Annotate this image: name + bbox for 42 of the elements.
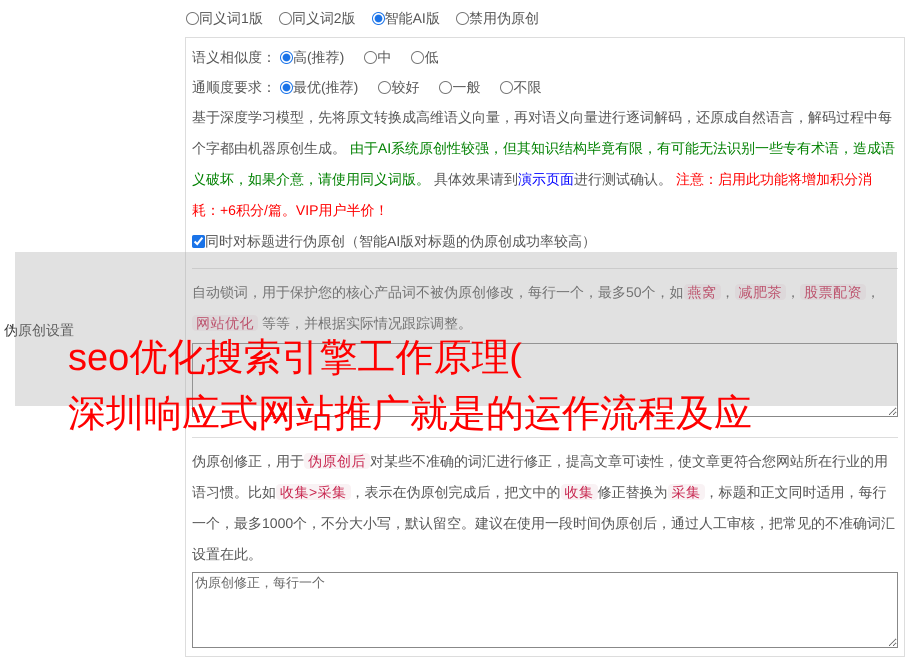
section-label: 伪原创设置 (3, 320, 74, 340)
radio-option[interactable]: 不限 (500, 76, 542, 98)
keyword-tag: 网站优化 (192, 315, 258, 331)
radio-button[interactable] (439, 80, 452, 94)
keyword-tag: 燕窝 (684, 284, 721, 300)
overlay-title: seo优化搜索引擎工作原理( (68, 336, 523, 381)
keyword-tag: 股票配资 (800, 284, 866, 300)
keyword-tag: 采集 (668, 484, 705, 500)
radio-option[interactable]: 一般 (439, 76, 480, 98)
option-label: 通顺度要求： (192, 78, 276, 96)
radio-button[interactable] (280, 50, 293, 64)
radio-option[interactable]: 较好 (378, 76, 420, 98)
radio-button[interactable] (372, 12, 385, 25)
radio-button[interactable] (186, 12, 199, 25)
demo-page-link[interactable]: 演示页面 (518, 171, 574, 187)
radio-button[interactable] (500, 80, 514, 94)
keyword-tag: 收集>采集 (276, 484, 351, 500)
ai-description: 基于深度学习模型，先将原文转换成高维语义向量，再对语义向量进行逐词解码，还原成自然语言，解码过程中每个字都由机器原创生成。 由于AI系统原创性较强，但其知识结构毕竟有限，有可能无法识别一些专有术语，造成语义破坏，如果介意，请使用同义词版。 具体效果请到演示页面进行测试确认。 注意：启用此功能将增加积分消耗：+6积分/篇。VIP用户半价！ (192, 108, 896, 220)
lock-words-description: 自动锁词，用于保护您的核心产品词不被伪原创修改，每行一个，最多50个，如 燕窝 ， 减肥茶 ， 股票配资 ， 网站优化 等等，并根据实际情况跟踪调整。 (192, 283, 882, 333)
radio-button[interactable] (411, 50, 424, 64)
radio-option[interactable]: 同义词1版 (186, 8, 263, 29)
keyword-tag: 减肥茶 (734, 284, 786, 300)
title-option[interactable]: 同时对标题进行伪原创（智能AI版对标题的伪原创成功率较高） (192, 226, 898, 256)
radio-option[interactable]: 高(推荐) (280, 46, 344, 68)
radio-option[interactable]: 低 (411, 46, 438, 68)
option-label: 语义相似度： (192, 48, 276, 66)
correction-description: 伪原创修正，用于 伪原创后 对某些不准确的词汇进行修正，提高文章可读性，使文章更符合您网站所在行业的用语习惯。比如 收集>采集 ，表示在伪原创完成后，把文中的 收集 修正替换为 采集 ，标题和正文同时适用，每行一个，最多1000个，不分大小写，默认留空。建议在使用一段时间伪原创后，通过人工审核，把常见的不准确词汇设置在此。 (192, 452, 896, 564)
overlay-title: 深圳响应式网站推广就是的运作流程及应 (68, 392, 752, 437)
radio-button[interactable] (364, 50, 378, 64)
radio-option[interactable]: 最优(推荐) (280, 76, 358, 98)
radio-option[interactable]: 智能AI版 (372, 8, 440, 29)
checkbox[interactable] (192, 234, 205, 248)
keyword-tag: 收集 (560, 484, 598, 500)
radio-button[interactable] (278, 12, 292, 25)
radio-button[interactable] (280, 80, 293, 94)
radio-option[interactable]: 禁用伪原创 (456, 8, 539, 29)
radio-option[interactable]: 中 (364, 46, 392, 68)
keyword-tag: 伪原创后 (304, 453, 370, 469)
radio-button[interactable] (456, 12, 469, 25)
radio-button[interactable] (378, 80, 392, 94)
radio-option[interactable]: 同义词2版 (278, 8, 356, 29)
correction-input[interactable]: 伪原创修正，每行一个 (192, 572, 898, 648)
